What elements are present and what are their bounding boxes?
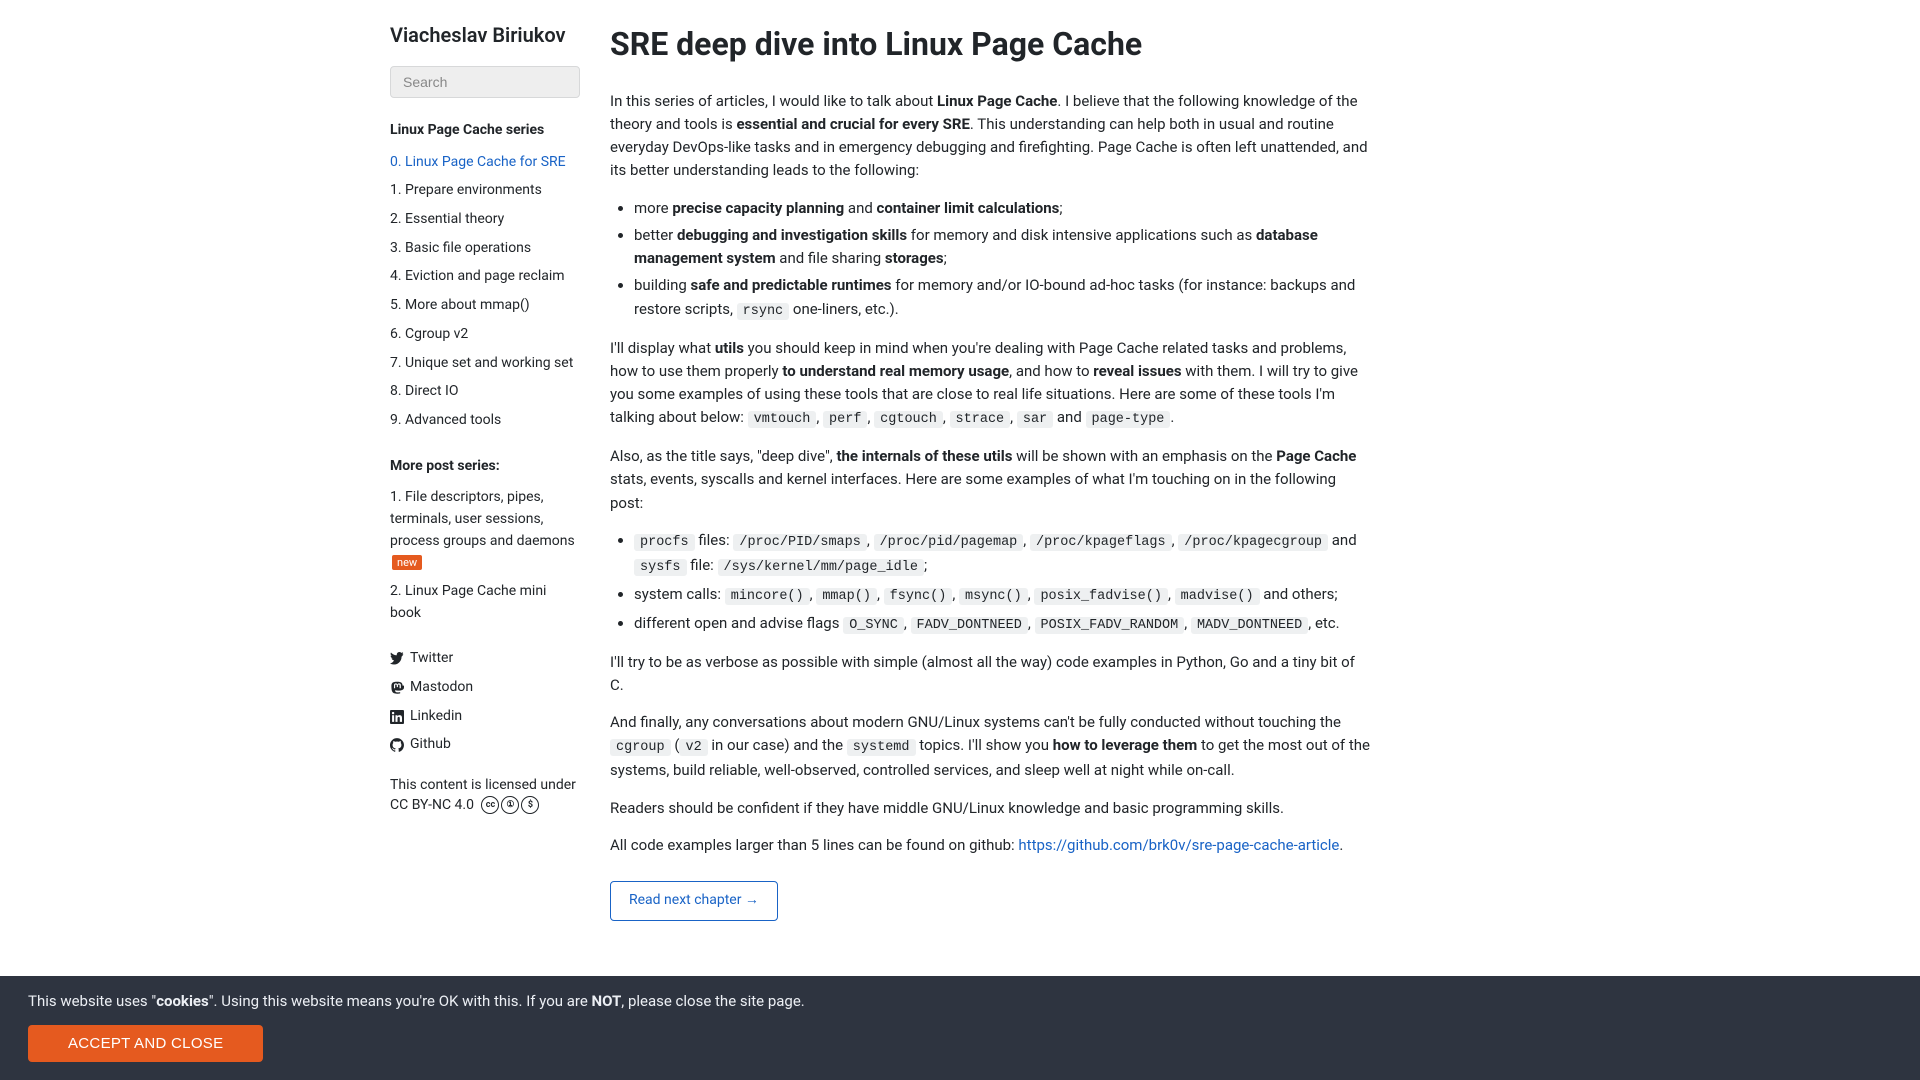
license-text: This content is licensed under CC BY-NC … [390,776,580,815]
tools-paragraph: I'll display what utils you should keep … [610,337,1370,432]
github-paragraph: All code examples larger than 5 lines ca… [610,834,1370,857]
next-chapter-button[interactable]: Read next chapter → [610,881,778,921]
cookie-banner: This website uses "cookies". Using this … [0,976,1920,1080]
by-icon: ① [501,796,519,814]
series-nav: 0. Linux Page Cache for SRE 1. Prepare e… [390,152,580,432]
nav-item-4[interactable]: 4. Eviction and page reclaim [390,266,580,288]
benefits-list: more precise capacity planning and conta… [610,197,1370,323]
nav-item-7[interactable]: 7. Unique set and working set [390,353,580,375]
nav-item-5[interactable]: 5. More about mmap() [390,295,580,317]
list-item: system calls: mincore(), mmap(), fsync()… [634,583,1370,608]
series-heading: Linux Page Cache series [390,120,580,142]
sidebar: Viacheslav Biriukov Linux Page Cache ser… [390,20,610,921]
social-github[interactable]: Github [390,734,580,756]
brand-title[interactable]: Viacheslav Biriukov [390,20,580,51]
internals-paragraph: Also, as the title says, "deep dive", th… [610,445,1370,515]
cc-icons: cc ① $ [481,796,539,814]
accept-cookies-button[interactable]: ACCEPT AND CLOSE [28,1025,263,1062]
more-heading: More post series: [390,456,580,478]
cc-icon: cc [481,796,499,814]
social-linkedin[interactable]: Linkedin [390,706,580,728]
nav-item-2[interactable]: 2. Essential theory [390,209,580,231]
github-icon [390,738,404,752]
article-content: SRE deep dive into Linux Page Cache In t… [610,20,1370,921]
social-label: Mastodon [410,677,473,699]
cookie-text: This website uses "cookies". Using this … [28,990,1892,1013]
list-item: building safe and predictable runtimes f… [634,274,1370,322]
social-label: Twitter [410,648,453,670]
nav-item-1[interactable]: 1. Prepare environments [390,180,580,202]
list-item: procfs files: /proc/PID/smaps, /proc/pid… [634,529,1370,579]
more-item-1[interactable]: 2. Linux Page Cache mini book [390,581,580,624]
nav-item-8[interactable]: 8. Direct IO [390,381,580,403]
more-item-label: 1. File descriptors, pipes, terminals, u… [390,489,575,548]
nav-item-0[interactable]: 0. Linux Page Cache for SRE [390,152,580,174]
cgroup-paragraph: And finally, any conversations about mod… [610,711,1370,782]
nc-icon: $ [521,796,539,814]
linkedin-icon [390,710,404,724]
new-badge: new [392,555,422,570]
intro-paragraph: In this series of articles, I would like… [610,90,1370,183]
nav-item-3[interactable]: 3. Basic file operations [390,238,580,260]
social-label: Linkedin [410,706,462,728]
readers-paragraph: Readers should be confident if they have… [610,797,1370,820]
mastodon-icon [390,681,404,695]
internals-list: procfs files: /proc/PID/smaps, /proc/pid… [610,529,1370,637]
list-item: different open and advise flags O_SYNC, … [634,612,1370,637]
social-links: Twitter Mastodon Linkedin Github [390,648,580,756]
social-mastodon[interactable]: Mastodon [390,677,580,699]
search-input[interactable] [390,66,580,98]
list-item: better debugging and investigation skill… [634,224,1370,271]
nav-item-9[interactable]: 9. Advanced tools [390,410,580,432]
verbose-paragraph: I'll try to be as verbose as possible wi… [610,651,1370,698]
more-nav: 1. File descriptors, pipes, terminals, u… [390,487,580,624]
list-item: more precise capacity planning and conta… [634,197,1370,220]
github-link[interactable]: https://github.com/brk0v/sre-page-cache-… [1018,836,1339,854]
more-item-0[interactable]: 1. File descriptors, pipes, terminals, u… [390,487,580,574]
twitter-icon [390,652,404,666]
page-title: SRE deep dive into Linux Page Cache [610,20,1370,70]
social-label: Github [410,734,451,756]
nav-item-6[interactable]: 6. Cgroup v2 [390,324,580,346]
social-twitter[interactable]: Twitter [390,648,580,670]
